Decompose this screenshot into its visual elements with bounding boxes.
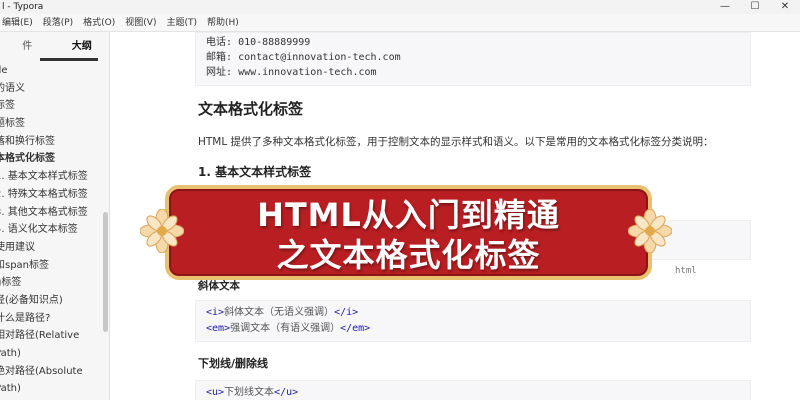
contact-label: 电话: — [206, 37, 233, 48]
code-line: 电话: 010-88889999 — [206, 35, 740, 50]
minimize-button[interactable]: — — [710, 0, 740, 14]
contact-label: 邮箱: — [206, 52, 233, 63]
contact-value: 010-88889999 — [238, 37, 311, 48]
outline-item[interactable]: 标签 — [0, 97, 109, 115]
outline-item[interactable]: 落和换行标签 — [0, 133, 109, 151]
code-line: <em>强调文本（有语义强调）</em> — [206, 321, 740, 337]
code-block-italic[interactable]: <i>斜体文本（无语义强调）</i> <em>强调文本（有语义强调）</em> — [195, 300, 751, 342]
outline-item[interactable]: 的语义 — [0, 80, 109, 98]
outline-item[interactable]: 相对路径(Relative — [0, 327, 109, 345]
title-bar: l - Typora — ☐ ✕ — [0, 0, 800, 14]
partial-heading: 斜体文本 — [198, 280, 240, 292]
intro-paragraph: HTML 提供了多种文本格式化标签，用于控制文本的显示样式和语义。以下是常用的文… — [198, 136, 714, 148]
outline-item[interactable]: de — [0, 62, 109, 80]
menu-theme[interactable]: 主题(T) — [166, 14, 197, 31]
code-line: 网址: www.innovation-tech.com — [206, 65, 740, 80]
subsection-heading: 1. 基本文本样式标签 — [198, 165, 312, 179]
outline-item[interactable]: 题标签 — [0, 115, 109, 133]
outline-item[interactable]: 绝对路径(Absolute — [0, 363, 109, 381]
underline-heading: 下划线/删除线 — [198, 357, 269, 370]
banner-line-1: HTML从入门到精通 — [257, 196, 560, 234]
code-line: <i>斜体文本（无语义强调）</i> — [206, 305, 740, 321]
outline-item[interactable]: 径(必备知识点) — [0, 292, 109, 310]
maximize-button[interactable]: ☐ — [740, 0, 770, 14]
outline-item[interactable]: 和span标签 — [0, 257, 109, 275]
code-tag-close: </u> — [274, 387, 299, 398]
outline-item[interactable]: 什么是路径? — [0, 310, 109, 328]
banner-line-2: 之文本格式化标签 — [276, 236, 541, 274]
outline-item[interactable]: 1. 基本文本样式标签 — [0, 168, 109, 186]
code-text: 斜体文本（无语义强调） — [224, 307, 335, 318]
menu-help[interactable]: 帮助(H) — [207, 14, 239, 31]
close-button[interactable]: ✕ — [770, 0, 800, 14]
sidebar: 件 大纲 de 的语义 标签 题标签 落和换行标签 本格式化标签 1. 基本文本… — [0, 32, 110, 400]
title-banner: HTML从入门到精通 之文本格式化标签 — [165, 185, 652, 280]
code-tag-open: <i> — [206, 307, 225, 318]
outline-item[interactable]: 4. 语义化文本标签 — [0, 221, 109, 239]
code-line: <u>下划线文本</u> — [206, 385, 740, 400]
menu-format[interactable]: 格式(O) — [83, 14, 115, 31]
outline-item[interactable]: 使用建议 — [0, 239, 109, 257]
flower-left-icon — [140, 209, 184, 253]
contact-value: contact@innovation-tech.com — [238, 52, 401, 63]
menu-edit[interactable]: 编辑(E) — [2, 14, 33, 31]
outline-item[interactable]: 3. 其他文本格式标签 — [0, 204, 109, 222]
code-text: 下划线文本 — [224, 387, 275, 398]
contact-value: www.innovation-tech.com — [238, 67, 377, 78]
contact-label: 网址: — [206, 67, 233, 78]
outline-item[interactable]: Path) — [0, 345, 109, 363]
outline-item[interactable]: Path) — [0, 380, 109, 398]
code-language-label[interactable]: html — [675, 266, 697, 276]
code-block-contact[interactable]: 电话: 010-88889999 邮箱: contact@innovation-… — [195, 32, 751, 86]
outline-item[interactable]: g标签 — [0, 274, 109, 292]
section-heading: 文本格式化标签 — [198, 100, 304, 118]
code-line: 邮箱: contact@innovation-tech.com — [206, 50, 740, 65]
code-text: 强调文本（有语义强调） — [230, 323, 341, 334]
active-tab-indicator — [40, 58, 98, 61]
banner-text: HTML从入门到精通 之文本格式化标签 — [169, 195, 648, 275]
menu-bar: 编辑(E) 段落(P) 格式(O) 视图(V) 主题(T) 帮助(H) — [0, 14, 800, 32]
code-tag-close: </em> — [340, 323, 371, 334]
sidebar-scrollbar[interactable] — [103, 212, 108, 332]
menu-view[interactable]: 视图(V) — [125, 14, 156, 31]
code-tag-open: <u> — [206, 387, 225, 398]
flower-right-icon — [628, 209, 672, 253]
window-controls: — ☐ ✕ — [710, 0, 800, 14]
menu-paragraph[interactable]: 段落(P) — [43, 14, 73, 31]
code-tag-open: <em> — [206, 323, 231, 334]
window-title: l - Typora — [2, 2, 44, 12]
code-block-underline[interactable]: <u>下划线文本</u> — [195, 380, 751, 400]
outline-item[interactable]: 2. 特殊文本格式标签 — [0, 186, 109, 204]
sidebar-tabs: 件 大纲 — [0, 32, 109, 62]
outline-item-active[interactable]: 本格式化标签 — [0, 150, 109, 168]
code-tag-close: </i> — [334, 307, 359, 318]
outline-list: de 的语义 标签 题标签 落和换行标签 本格式化标签 1. 基本文本样式标签 … — [0, 62, 109, 398]
